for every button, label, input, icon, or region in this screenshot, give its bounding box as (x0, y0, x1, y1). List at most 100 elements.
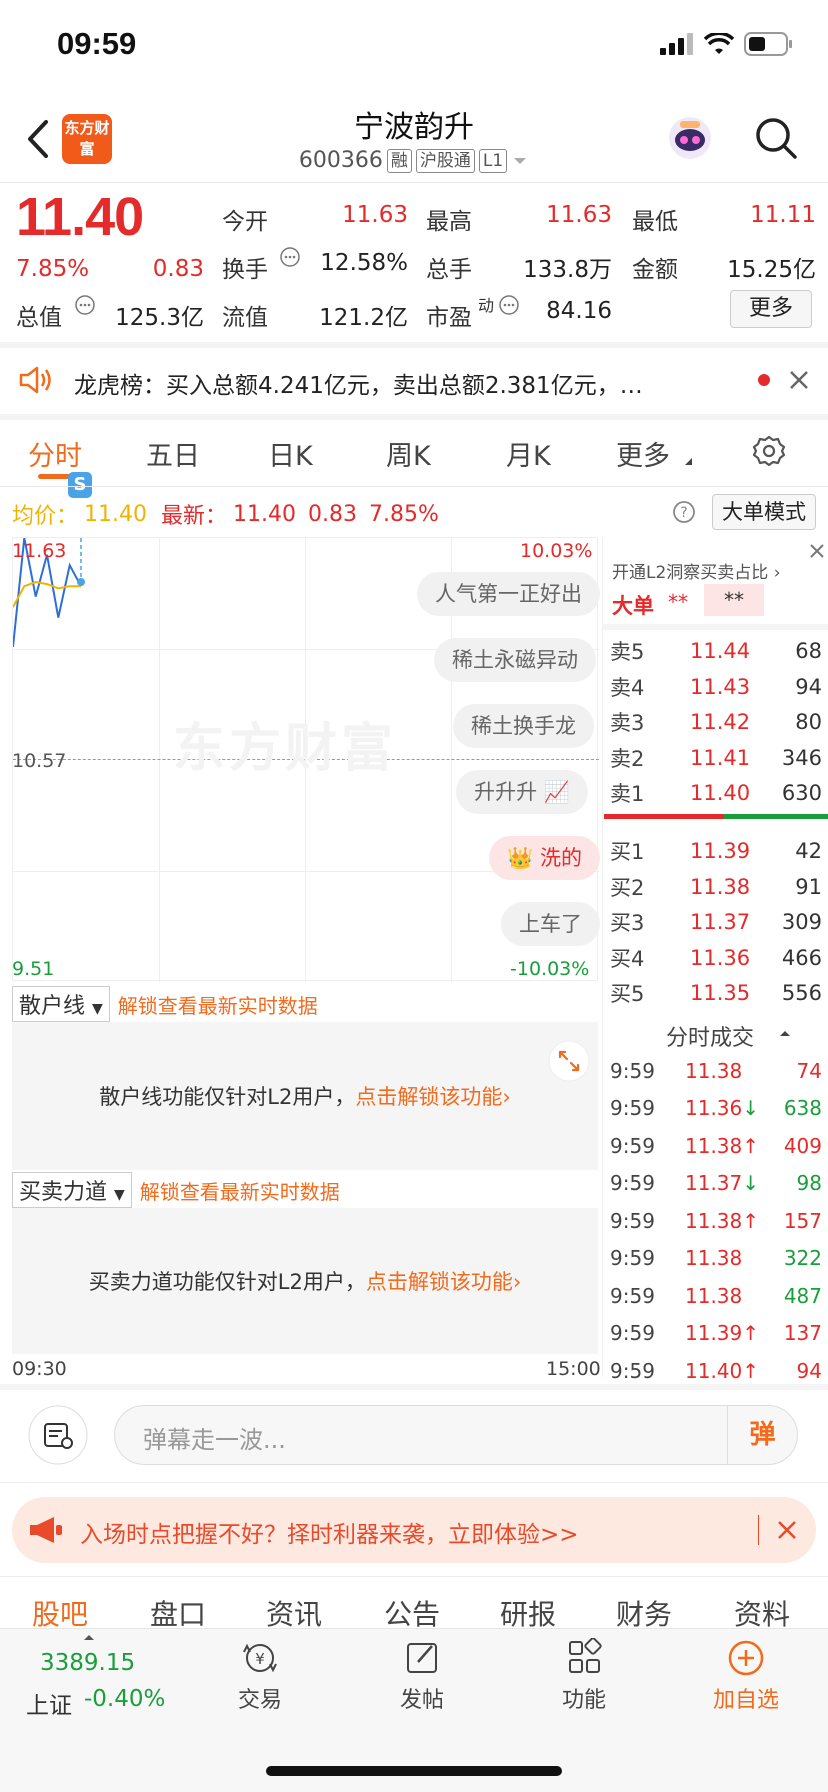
low-label: 最低 (632, 209, 678, 235)
tab-forum[interactable]: 股吧 (32, 1593, 88, 1633)
trade-time: 9:59 (610, 1133, 655, 1158)
trade-row: 9:59 11.38 487 (610, 1277, 822, 1314)
expand-icon[interactable] (548, 1040, 590, 1082)
unlock-action[interactable]: 点击解锁该功能› (366, 1266, 521, 1296)
danmu-bubble[interactable]: 上车了 (501, 902, 600, 946)
trade-price: 11.38 (685, 1283, 743, 1308)
ask-row[interactable]: 卖2 11.41 346 (610, 741, 822, 775)
close-icon[interactable] (788, 369, 810, 391)
tab-news[interactable]: 资讯 (266, 1593, 322, 1633)
comment-list-icon[interactable] (28, 1405, 88, 1465)
turnover-label: 换手 (222, 257, 268, 283)
bid-row[interactable]: 买2 11.38 91 (610, 870, 822, 904)
notice-text[interactable]: 龙虎榜：买入总额4.241亿元，卖出总额2.381亿元，… (74, 366, 724, 400)
retail-line-select[interactable]: 散户线 ▼ (12, 986, 110, 1022)
danmu-bubble[interactable]: 👑 洗的 (489, 836, 600, 880)
tab-month-k[interactable]: 月K (506, 434, 551, 473)
big-order-buy: ** (668, 590, 688, 614)
bid-row[interactable]: 买5 11.35 556 (610, 976, 822, 1010)
danmu-bubble[interactable]: 稀土永磁异动 (434, 638, 596, 682)
notice-dot (758, 374, 770, 386)
ask-row[interactable]: 卖5 11.44 68 (610, 634, 822, 668)
search-icon[interactable] (754, 116, 798, 160)
bid-volume: 309 (781, 910, 822, 934)
trade-volume: 322 (783, 1246, 822, 1270)
promo-banner[interactable]: 入场时点把握不好？择时利器来袭，立即体验>> (12, 1497, 816, 1563)
more-button[interactable]: 更多 (730, 290, 812, 328)
bid-price: 11.35 (690, 981, 751, 1005)
trade-volume: 137 (783, 1321, 822, 1345)
force-tab[interactable]: 买卖力道 ▼ 解锁查看最新实时数据 (12, 1172, 340, 1208)
close-icon[interactable] (808, 542, 826, 560)
help-icon[interactable]: ? (672, 500, 696, 524)
avg-value: 11.40 (84, 501, 147, 527)
home-indicator (266, 1766, 562, 1776)
tab-financials[interactable]: 财务 (616, 1593, 672, 1633)
bid-row[interactable]: 买1 11.39 42 (610, 834, 822, 868)
promo-text: 入场时点把握不好？择时利器来袭，立即体验>> (80, 1522, 579, 1548)
danmu-input[interactable]: 弹幕走一波... 弹 (114, 1405, 798, 1465)
tab-more[interactable]: 更多 (616, 434, 670, 473)
danmu-bubble[interactable]: 稀土换手龙 (453, 704, 594, 748)
nav-trade[interactable]: ¥ 交易 (190, 1638, 330, 1714)
tab-day-k[interactable]: 日K (268, 434, 313, 473)
info-dots-icon[interactable] (279, 246, 301, 268)
trade-price: 11.38 (685, 1246, 743, 1270)
bid-row[interactable]: 买4 11.36 466 (610, 941, 822, 975)
retail-line-tab[interactable]: 散户线 ▼ 解锁查看最新实时数据 (12, 986, 318, 1022)
mktcap-label: 总值 (16, 305, 62, 331)
up-arrow-icon: 📈 (543, 780, 570, 804)
open-value: 11.63 (342, 202, 408, 228)
ask-row[interactable]: 卖1 11.40 630 (610, 776, 822, 810)
force-select[interactable]: 买卖力道 ▼ (12, 1172, 132, 1208)
tab-5day[interactable]: 五日 (146, 434, 200, 473)
bid-row[interactable]: 买3 11.37 309 (610, 905, 822, 939)
nav-add-watchlist[interactable]: 加自选 (676, 1638, 816, 1714)
nav-functions[interactable]: 功能 (514, 1637, 654, 1714)
tab-research[interactable]: 研报 (500, 1593, 556, 1633)
pct-axis-bottom: -10.03% (510, 958, 590, 980)
unlock-link[interactable]: 解锁查看最新实时数据 (140, 1176, 340, 1205)
close-icon[interactable] (776, 1519, 798, 1541)
tab-profile[interactable]: 资料 (734, 1593, 790, 1633)
index-value[interactable]: 3389.15 (40, 1650, 135, 1676)
collapse-caret-icon[interactable] (778, 1028, 792, 1038)
big-order-mode-button[interactable]: 大单模式 (712, 494, 816, 530)
ask-row[interactable]: 卖4 11.43 94 (610, 670, 822, 704)
ask-level: 卖2 (610, 746, 645, 771)
ask-bar (604, 814, 724, 819)
tab-announcements[interactable]: 公告 (384, 1593, 440, 1633)
status-time: 09:59 (57, 26, 137, 61)
tab-more-caret-icon (685, 458, 692, 465)
high-label: 最高 (426, 209, 472, 235)
danmu-bubble[interactable]: 升升升 📈 (456, 770, 588, 814)
unlock-link[interactable]: 解锁查看最新实时数据 (118, 990, 318, 1019)
trade-time: 9:59 (610, 1246, 655, 1270)
dropdown-icon[interactable] (511, 155, 529, 167)
danmu-bubble[interactable]: 人气第一正好出 (417, 572, 600, 616)
danmu-toggle-button[interactable]: 弹 (727, 1406, 797, 1464)
bid-level: 买3 (610, 911, 645, 935)
info-dots-icon[interactable] (74, 294, 96, 316)
robot-assistant-icon[interactable] (666, 114, 714, 162)
settings-gear-icon[interactable] (752, 434, 786, 468)
unlock-action[interactable]: 点击解锁该功能› (355, 1081, 510, 1111)
l2-insight-link[interactable]: 开通L2洞察买卖占比 › (612, 558, 781, 583)
s-marker-badge[interactable]: S (68, 472, 92, 498)
tab-orderbook[interactable]: 盘口 (150, 1593, 206, 1633)
info-dots-icon[interactable] (498, 294, 520, 316)
latest-change: 0.83 (308, 501, 357, 527)
trade-time: 9:59 (610, 1096, 655, 1120)
nav-post[interactable]: 发帖 (352, 1638, 492, 1714)
retail-lock-panel: 散户线功能仅针对L2用户， 点击解锁该功能› (12, 1022, 598, 1170)
ask-row[interactable]: 卖3 11.42 80 (610, 705, 822, 739)
tab-intraday[interactable]: 分时 (28, 434, 82, 473)
trade-row: 9:59 11.37↓ 98 (610, 1165, 822, 1202)
tab-week-k[interactable]: 周K (386, 434, 431, 473)
ask-level: 卖5 (610, 640, 645, 664)
caret-down-icon: ▼ (114, 1187, 125, 1203)
divider (0, 414, 828, 420)
low-value: 11.11 (750, 202, 816, 228)
divider (0, 182, 828, 183)
current-price: 11.40 (16, 187, 144, 247)
